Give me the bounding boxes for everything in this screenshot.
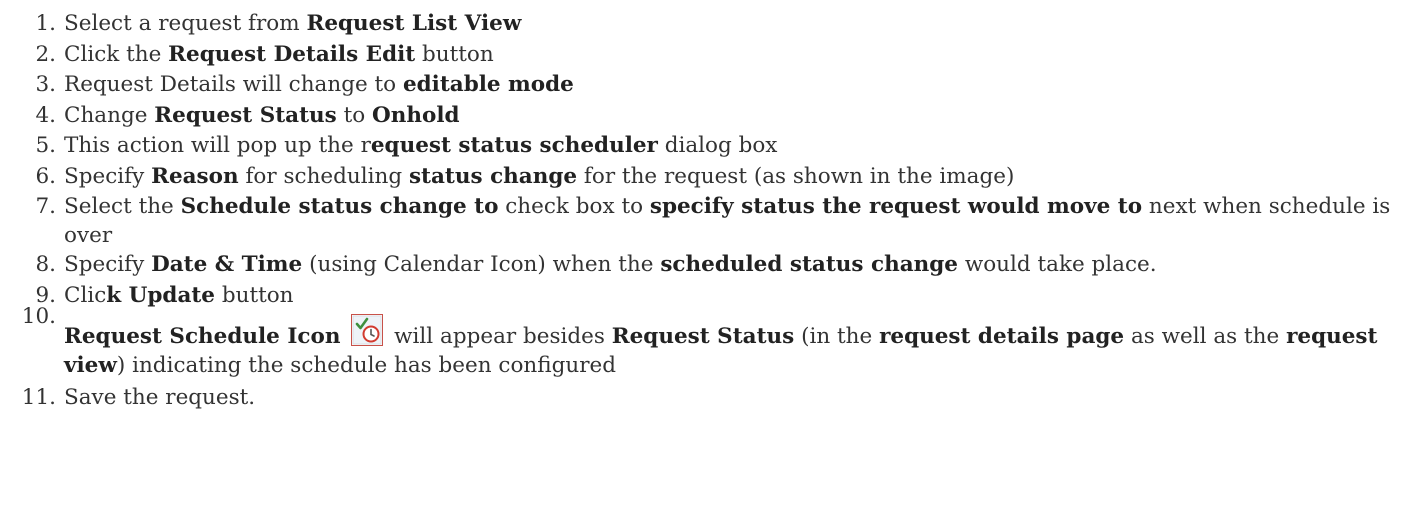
step-text: would take place. xyxy=(957,252,1157,277)
step-text: Select a request from xyxy=(64,11,307,36)
step-number: 2. xyxy=(35,41,56,67)
step-text: Specify xyxy=(64,163,152,189)
list-item: 3. Request Details will change to editabl… xyxy=(0,70,1423,101)
step-number: 11. xyxy=(21,385,56,410)
step-number: 8. xyxy=(35,252,56,277)
step-emphasis: Date & Time xyxy=(151,252,303,277)
step-number: 4. xyxy=(35,102,56,128)
step-number: 7. xyxy=(35,194,56,219)
step-emphasis: Reason xyxy=(151,163,239,189)
list-item: 4. Change Request Status to Onhold xyxy=(0,101,1423,132)
step-text: will appear besides xyxy=(387,324,612,349)
list-item: 10. Request Schedule Icon will appear bes… xyxy=(0,304,1423,380)
step-text: (in the xyxy=(794,324,880,349)
list-item: 8. Specify Date & Time (using Calendar Ic… xyxy=(0,250,1423,281)
step-emphasis: k Update xyxy=(106,282,215,308)
step-emphasis: editable mode xyxy=(402,72,574,97)
step-text: Save the request. xyxy=(64,385,256,410)
step-text: Change xyxy=(64,102,155,128)
step-emphasis: specify status the request would move to xyxy=(649,194,1143,219)
list-item: 9. Click Update button xyxy=(0,281,1423,312)
list-item: 2. Click the Request Details Edit button xyxy=(0,40,1423,71)
step-text: for scheduling xyxy=(238,163,409,189)
step-number: 10. xyxy=(21,304,56,329)
step-text: as well as the xyxy=(1124,324,1287,349)
step-text: Clic xyxy=(64,282,107,308)
step-text: This action will pop up the r xyxy=(64,133,371,158)
step-text: button xyxy=(215,282,294,308)
step-number: 3. xyxy=(35,72,56,97)
step-emphasis: Onhold xyxy=(372,102,460,128)
step-number: 1. xyxy=(35,11,56,36)
step-text: Request Details will change to xyxy=(64,72,403,97)
step-text: button xyxy=(415,41,494,67)
step-text: ) indicating the schedule has been confi… xyxy=(116,353,616,378)
request-schedule-icon xyxy=(351,314,384,346)
step-emphasis: scheduled status change xyxy=(660,252,958,277)
step-emphasis: Request Status xyxy=(154,102,337,128)
step-emphasis: equest status scheduler xyxy=(370,133,658,158)
step-number: 6. xyxy=(35,163,56,189)
list-item: 5. This action will pop up the request st… xyxy=(0,131,1423,162)
step-emphasis: Request Schedule Icon xyxy=(64,324,341,349)
step-text: Select the xyxy=(64,194,181,219)
instruction-list: 1. Select a request from Request List Vie… xyxy=(0,0,1423,414)
step-emphasis: status change xyxy=(408,163,578,189)
step-text: check box to xyxy=(498,194,650,219)
step-number: 5. xyxy=(35,133,56,158)
list-item: 7. Select the Schedule status change to c… xyxy=(0,192,1423,250)
list-item: 6. Specify Reason for scheduling status c… xyxy=(0,162,1423,193)
step-emphasis: request details page xyxy=(879,324,1125,349)
step-emphasis: Request Status xyxy=(611,324,795,349)
step-text: dialog box xyxy=(657,133,778,158)
step-text: (using Calendar Icon) when the xyxy=(302,252,661,277)
step-text: for the request (as shown in the image) xyxy=(577,163,1015,189)
step-text: Specify xyxy=(64,252,152,277)
step-emphasis: Request Details Edit xyxy=(168,41,416,67)
list-item: 11. Save the request. xyxy=(0,383,1423,414)
step-text: Click the xyxy=(64,41,169,67)
step-emphasis: Request List View xyxy=(306,11,522,36)
step-text: to xyxy=(336,102,373,128)
list-item: 1. Select a request from Request List Vie… xyxy=(0,9,1423,40)
step-emphasis: Schedule status change to xyxy=(180,194,499,219)
